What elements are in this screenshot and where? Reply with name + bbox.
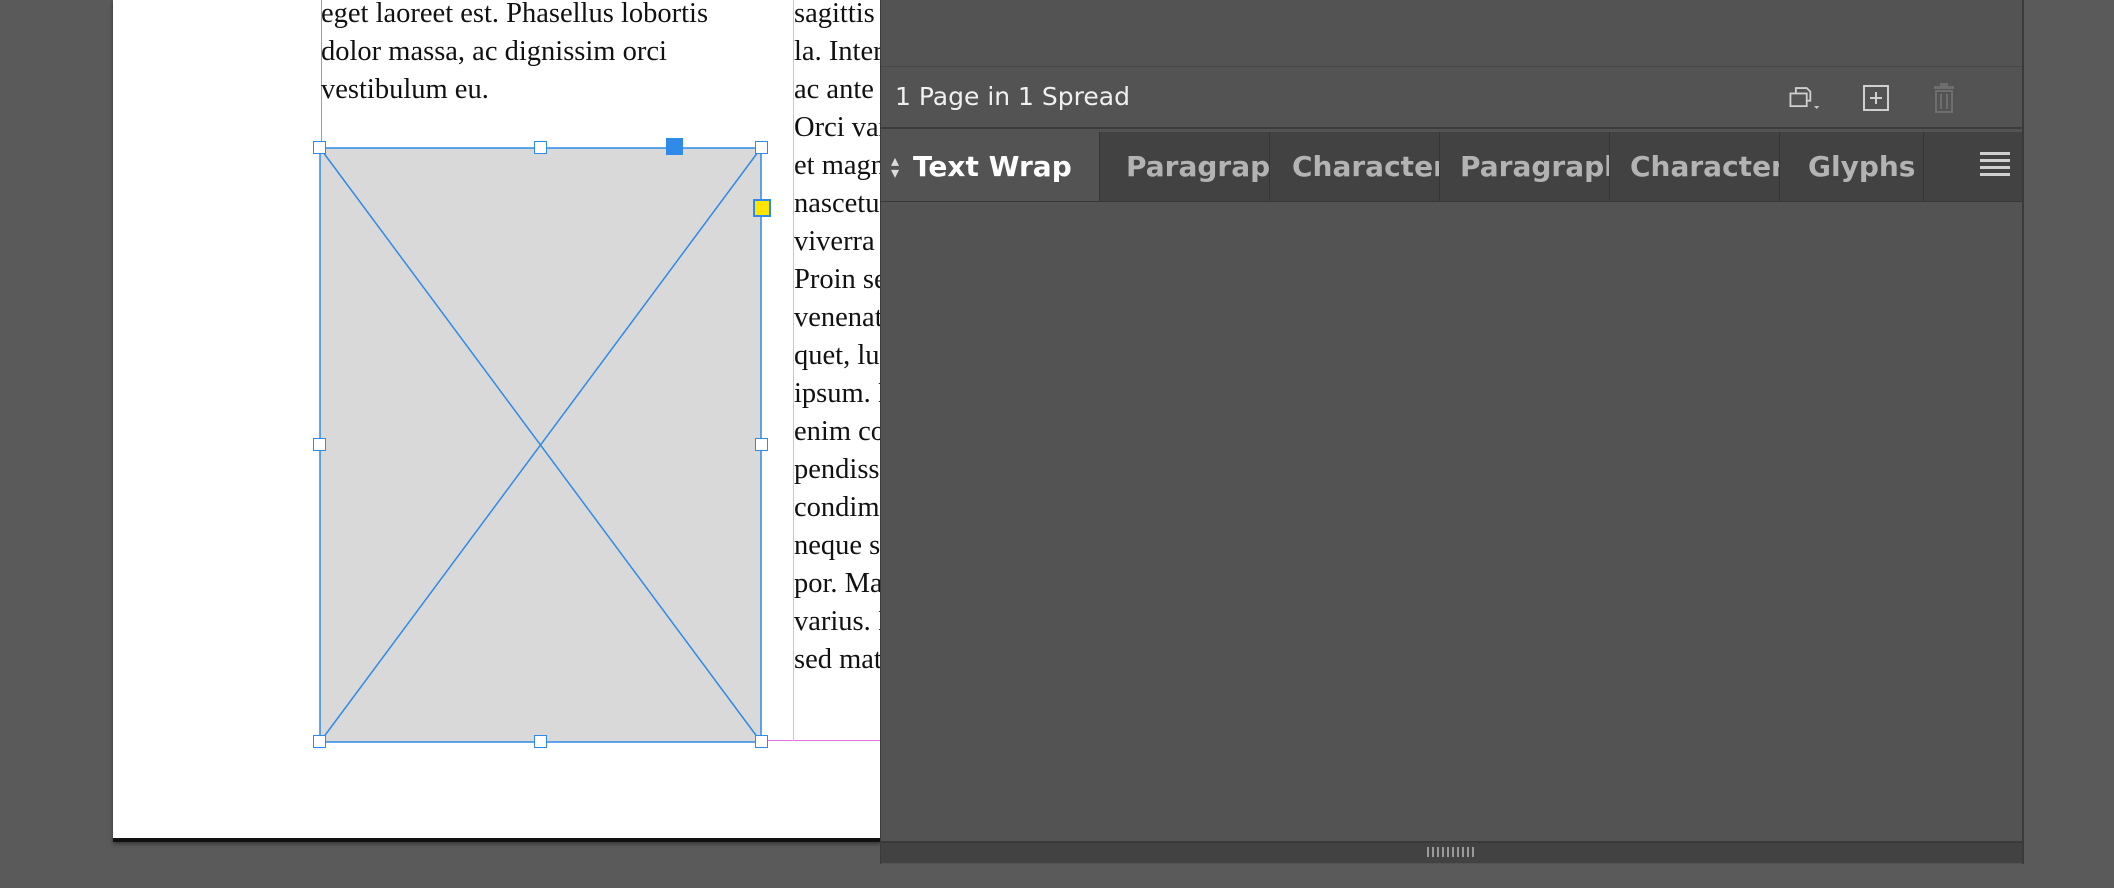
document-page[interactable]: eget laoreet est. Phasellus lobortis dol… [113, 0, 881, 842]
new-page-icon [1863, 85, 1889, 111]
text-line: varius. In eget n [794, 606, 881, 637]
resize-handle-middle-right[interactable] [755, 438, 768, 451]
content-grabber-handle[interactable] [666, 138, 683, 155]
new-page-button[interactable] [1857, 81, 1895, 115]
text-line: neque sit amet l [794, 530, 881, 561]
text-line: la. Interdum et m [794, 36, 881, 67]
resize-handle-top-right[interactable] [755, 141, 768, 154]
text-line: condimentum. I [794, 492, 881, 523]
tab-label: Paragraph [1126, 150, 1270, 183]
panel-resize-bar[interactable] [881, 841, 2022, 863]
trash-icon [1934, 83, 1954, 113]
delete-page-button[interactable] [1925, 81, 1963, 115]
text-line: enim commodo [794, 416, 881, 447]
image-placeholder-frame[interactable] [313, 138, 771, 748]
tab-label: Glyphs [1808, 150, 1916, 183]
panel-top-area [881, 0, 2022, 67]
edit-page-size-button[interactable] [1785, 81, 1823, 115]
resize-grip-icon[interactable] [1427, 847, 1477, 857]
tab-character[interactable]: Character [1270, 132, 1440, 201]
text-line: quet, luctus null [794, 340, 881, 371]
resize-handle-top-center[interactable] [534, 141, 547, 154]
resize-handle-bottom-right[interactable] [755, 735, 768, 748]
text-line: Proin sed tellus [794, 264, 881, 295]
text-line: venenatis. Praes [794, 302, 881, 333]
resize-handle-top-left[interactable] [313, 141, 326, 154]
tab-paragraph-2[interactable]: Paragraph [1440, 132, 1610, 201]
panel-menu-icon[interactable] [1980, 152, 2010, 180]
tab-text-wrap[interactable]: ▴ ▾ Text Wrap [881, 132, 1100, 201]
text-line: eget laoreet est. Phasellus lobortis [321, 0, 709, 29]
resize-handle-bottom-left[interactable] [313, 735, 326, 748]
text-line: por. Mauris volu [794, 568, 881, 599]
tab-character-2[interactable]: Character [1610, 132, 1780, 201]
text-line: pendisse sagittis [794, 454, 881, 485]
text-line: et magnis dis pa [794, 150, 881, 181]
resize-handle-bottom-center[interactable] [534, 735, 547, 748]
tab-label: Paragraph [1460, 150, 1610, 183]
text-frame-column-1[interactable]: eget laoreet est. Phasellus lobortis dol… [321, 0, 761, 109]
pages-count-label: 1 Page in 1 Spread [895, 82, 1130, 111]
tab-label: Text Wrap [913, 150, 1072, 183]
text-line: sagittis rutrum n [794, 0, 881, 29]
panel-tab-bar: ▴▾ Text Wrap Paragraph Character Paragra… [881, 132, 2022, 202]
anchored-object-point[interactable] [753, 199, 771, 217]
floating-panel: 1 Page in 1 Spread ▴ ▾ Text Wrap Paragra… [880, 0, 2024, 864]
collapse-toggle-icon[interactable]: ▴ ▾ [891, 152, 899, 180]
text-line: sed mattis enim [794, 644, 881, 675]
placeholder-x [319, 147, 762, 743]
text-line: ipsum. Mauris h [794, 378, 881, 409]
text-line: nascetur ridicul [794, 188, 881, 219]
text-line: dolor massa, ac dignissim orci [321, 36, 667, 67]
text-frame-column-2[interactable]: sagittis rutrum n la. Interdum et m ac a… [794, 0, 881, 679]
tab-glyphs[interactable]: Glyphs [1780, 132, 1924, 201]
tab-label: Character [1292, 150, 1440, 183]
resize-handle-middle-left[interactable] [313, 438, 326, 451]
tab-label: Character [1630, 150, 1780, 183]
text-line: viverra vestibulu [794, 226, 881, 257]
text-line: vestibulum eu. [321, 74, 489, 105]
text-line: Orci varius nato [794, 112, 881, 143]
text-line: ac ante ipsum p [794, 74, 881, 105]
pages-status-bar: 1 Page in 1 Spread [881, 67, 2022, 129]
tab-paragraph[interactable]: Paragraph [1100, 132, 1270, 201]
edit-page-size-icon [1789, 87, 1820, 109]
